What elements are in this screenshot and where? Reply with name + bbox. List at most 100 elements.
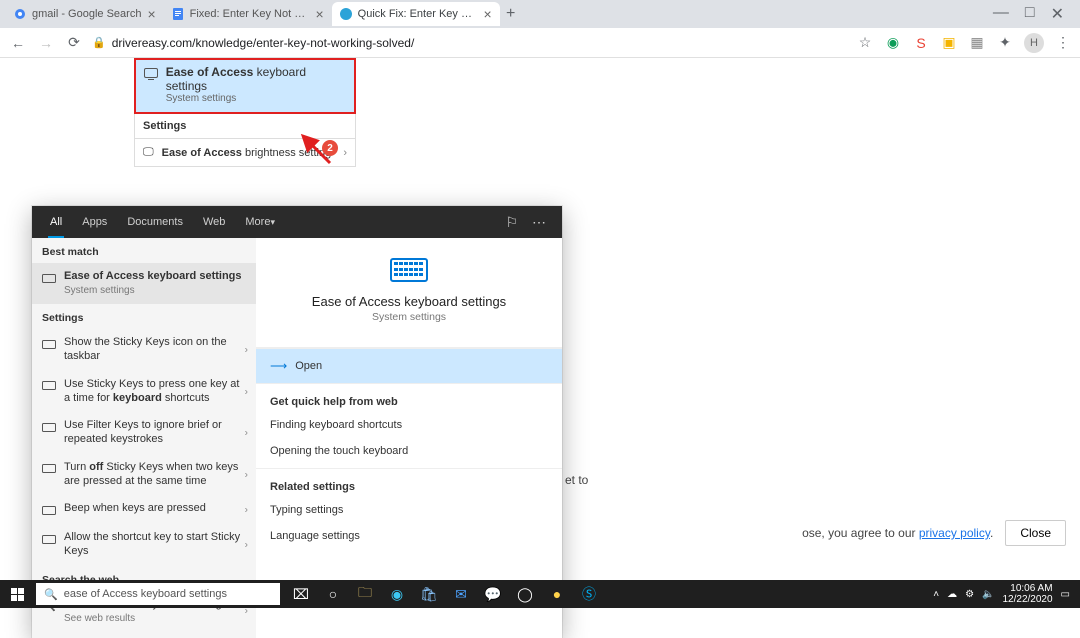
- star-icon[interactable]: ☆: [856, 34, 874, 52]
- back-button[interactable]: ←: [8, 33, 28, 53]
- search-preview-panel: Ease of Access keyboard settings System …: [256, 238, 562, 638]
- result-text: Turn off Sticky Keys when two keys are p…: [64, 461, 246, 489]
- minimize-icon[interactable]: —: [993, 4, 1009, 24]
- extension-icon[interactable]: ◉: [884, 34, 902, 52]
- taskbar: 🔍 ease of Access keyboard settings ⌧ ○ 🗀…: [0, 580, 1080, 608]
- edge-icon[interactable]: ◉: [382, 580, 412, 608]
- related-link[interactable]: Typing settings: [256, 497, 562, 523]
- cookie-banner: ose, you agree to our privacy policy. Cl…: [802, 518, 1080, 548]
- tray-chevron-icon[interactable]: ˄: [933, 589, 939, 600]
- google-icon: [14, 8, 26, 20]
- forward-button[interactable]: →: [36, 33, 56, 53]
- browser-tab[interactable]: Fixed: Enter Key Not Working O ×: [164, 2, 332, 26]
- chevron-down-icon: ▾: [270, 217, 275, 228]
- privacy-link[interactable]: privacy policy: [919, 526, 990, 540]
- url-text: drivereasy.com/knowledge/enter-key-not-w…: [112, 36, 415, 50]
- extensions-area: ☆ ◉ S ▣ ▦ ✦ H ⋮: [856, 33, 1072, 53]
- new-tab-button[interactable]: +: [500, 3, 522, 25]
- tray-wifi-icon[interactable]: ⚙: [965, 589, 974, 600]
- chat-icon[interactable]: 💬: [478, 580, 508, 608]
- drivereasy-icon: [340, 8, 352, 20]
- section-label: Settings: [134, 114, 356, 139]
- profile-avatar[interactable]: H: [1024, 33, 1044, 53]
- close-window-icon[interactable]: ✕: [1051, 4, 1064, 24]
- search-result-item[interactable]: Allow the shortcut key to start Sticky K…: [32, 524, 256, 566]
- search-result-web[interactable]: 🔍ease of access keyboard settings window…: [32, 632, 256, 638]
- search-tab-all[interactable]: All: [40, 206, 72, 238]
- tray-date: 12/22/2020: [1002, 594, 1052, 606]
- search-result-item[interactable]: Use Sticky Keys to press one key at a ti…: [32, 371, 256, 413]
- tab-title: Fixed: Enter Key Not Working O: [190, 8, 310, 20]
- keyboard-icon: [42, 532, 56, 546]
- chevron-right-icon: ›: [245, 428, 248, 439]
- chevron-right-icon: ›: [343, 147, 347, 159]
- close-icon[interactable]: ×: [147, 6, 155, 22]
- tray-clock[interactable]: 10:06 AM 12/22/2020: [1002, 583, 1052, 606]
- close-icon[interactable]: ×: [315, 6, 323, 22]
- tray-volume-icon[interactable]: 🔈: [982, 589, 994, 600]
- keyboard-icon: [42, 462, 56, 476]
- search-result-item[interactable]: Show the Sticky Keys icon on the taskbar…: [32, 329, 256, 371]
- chevron-right-icon: ›: [245, 469, 248, 480]
- extension-icon[interactable]: S: [912, 34, 930, 52]
- result-text: Use Sticky Keys to press one key at a ti…: [64, 378, 246, 406]
- search-tab-documents[interactable]: Documents: [117, 206, 193, 238]
- search-filter-tabs: All Apps Documents Web More ▾ ⚐ ⋯: [32, 206, 562, 238]
- keyboard-icon: [42, 503, 56, 517]
- store-icon[interactable]: 🛍: [414, 580, 444, 608]
- result-text: Show the Sticky Keys icon on the taskbar: [64, 336, 246, 364]
- task-view-icon[interactable]: ⌧: [286, 580, 316, 608]
- cortana-icon[interactable]: ○: [318, 580, 348, 608]
- step-badge: 2: [322, 140, 338, 156]
- open-action[interactable]: ⟶ Open: [256, 348, 562, 384]
- search-result-item[interactable]: Turn off Sticky Keys when two keys are p…: [32, 454, 256, 496]
- more-options-icon[interactable]: ⋯: [532, 214, 546, 231]
- maximize-icon[interactable]: □: [1025, 4, 1035, 24]
- chrome-icon[interactable]: ◯: [510, 580, 540, 608]
- file-explorer-icon[interactable]: 🗀: [350, 580, 380, 608]
- search-tab-more[interactable]: More ▾: [235, 206, 285, 238]
- taskbar-search-input[interactable]: 🔍 ease of Access keyboard settings: [36, 583, 280, 605]
- close-icon[interactable]: ×: [483, 6, 491, 22]
- tray-cloud-icon[interactable]: ☁: [947, 589, 957, 600]
- notifications-icon[interactable]: ▭: [1061, 589, 1070, 600]
- extension-icon[interactable]: ▦: [968, 34, 986, 52]
- search-result-bestmatch[interactable]: Ease of Access keyboard settings System …: [32, 263, 256, 304]
- chrome-menu-icon[interactable]: ⋮: [1054, 34, 1072, 52]
- extension-icon[interactable]: ▣: [940, 34, 958, 52]
- search-result-item[interactable]: Use Filter Keys to ignore brief or repea…: [32, 412, 256, 454]
- keyboard-icon: [42, 271, 56, 285]
- result-subtitle: System settings: [64, 285, 246, 298]
- docs-icon: [172, 8, 184, 20]
- open-label: Open: [295, 360, 322, 372]
- keyboard-icon: [144, 68, 158, 78]
- cookie-close-button[interactable]: Close: [1005, 520, 1066, 546]
- result-title: Ease of Access keyboard settings: [64, 270, 246, 284]
- windows-icon: [11, 588, 24, 601]
- monitor-icon: 🖵: [143, 146, 154, 159]
- result-item-text: Ease of Access brightness setting: [162, 147, 332, 159]
- highlighted-result: Ease of Access keyboard settings System …: [134, 58, 356, 114]
- address-bar[interactable]: 🔒 drivereasy.com/knowledge/enter-key-not…: [92, 36, 848, 50]
- extensions-menu-icon[interactable]: ✦: [996, 34, 1014, 52]
- app-icon[interactable]: ●: [542, 580, 572, 608]
- page-content: Ease of Access keyboard settings System …: [0, 58, 1080, 576]
- mail-icon[interactable]: ✉: [446, 580, 476, 608]
- search-results-list[interactable]: Best match Ease of Access keyboard setti…: [32, 238, 256, 638]
- search-icon: 🔍: [44, 588, 58, 601]
- result-text: Use Filter Keys to ignore brief or repea…: [64, 419, 246, 447]
- result-text: Allow the shortcut key to start Sticky K…: [64, 531, 246, 559]
- search-tab-apps[interactable]: Apps: [72, 206, 117, 238]
- browser-tab[interactable]: Quick Fix: Enter Key Not Workin ×: [332, 2, 500, 26]
- start-button[interactable]: [0, 580, 34, 608]
- search-result-item[interactable]: Beep when keys are pressed›: [32, 495, 256, 524]
- skype-icon[interactable]: Ⓢ: [574, 580, 604, 608]
- browser-toolbar: ← → ⟳ 🔒 drivereasy.com/knowledge/enter-k…: [0, 28, 1080, 58]
- help-link[interactable]: Opening the touch keyboard: [256, 438, 562, 464]
- help-link[interactable]: Finding keyboard shortcuts: [256, 412, 562, 438]
- reload-button[interactable]: ⟳: [64, 33, 84, 53]
- feedback-icon[interactable]: ⚐: [505, 214, 518, 231]
- related-link[interactable]: Language settings: [256, 523, 562, 549]
- search-tab-web[interactable]: Web: [193, 206, 235, 238]
- browser-tab[interactable]: gmail - Google Search ×: [6, 2, 164, 26]
